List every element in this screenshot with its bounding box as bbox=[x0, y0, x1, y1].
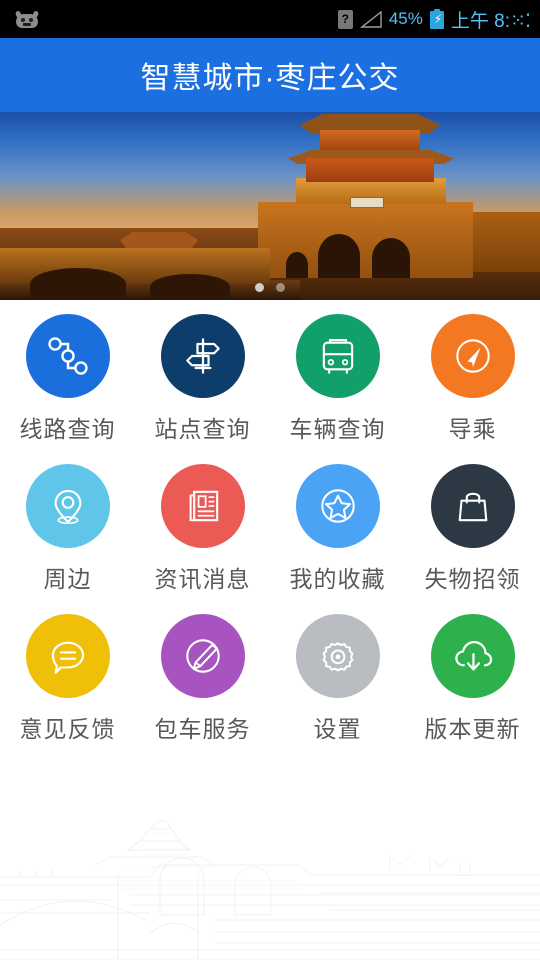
gear-icon bbox=[316, 634, 360, 678]
grid-item-route-query[interactable]: 线路查询 bbox=[0, 314, 135, 444]
carousel-dot[interactable] bbox=[255, 283, 264, 292]
grid-item-label: 导乘 bbox=[448, 416, 497, 442]
signal-triangle-icon bbox=[359, 10, 382, 28]
favorites-circle bbox=[295, 464, 380, 548]
station-query-circle bbox=[160, 314, 245, 398]
handbag-icon bbox=[450, 483, 496, 529]
cloud-download-icon bbox=[449, 632, 497, 680]
star-circle-icon bbox=[314, 482, 362, 530]
settings-circle bbox=[295, 614, 380, 698]
news-circle bbox=[160, 464, 245, 548]
grid-item-vehicle-query[interactable]: 车辆查询 bbox=[270, 314, 405, 444]
grid-item-label: 包车服务 bbox=[154, 716, 251, 742]
grid-item-favorites[interactable]: 我的收藏 bbox=[270, 464, 405, 594]
lost-and-found-circle bbox=[430, 464, 515, 548]
pencil-circle-icon bbox=[179, 632, 227, 680]
status-bar-clock: 上午 8:⁙⁚ bbox=[450, 6, 531, 33]
grid-item-station-query[interactable]: 站点查询 bbox=[135, 314, 270, 444]
guide-circle bbox=[430, 314, 515, 398]
background-watermark bbox=[0, 725, 540, 960]
carousel-dot[interactable] bbox=[276, 283, 285, 292]
grid-item-label: 线路查询 bbox=[19, 416, 116, 442]
grid-item-charter-service[interactable]: 包车服务 bbox=[135, 614, 270, 744]
navigation-arrow-icon bbox=[449, 332, 497, 380]
grid-item-label: 版本更新 bbox=[424, 716, 521, 742]
battery-charging-icon: ⚡ bbox=[429, 9, 444, 29]
app-screen: ? 45% ⚡ 上午 8:⁙⁚ 智慧城市·枣庄公交 线路查询 站点查询 车辆查询… bbox=[0, 0, 540, 960]
battery-percent-label: 45% bbox=[388, 9, 423, 28]
speech-bubble-icon bbox=[45, 633, 91, 679]
grid-item-label: 设置 bbox=[313, 716, 362, 742]
route-query-circle bbox=[25, 314, 110, 398]
carousel-indicator bbox=[0, 283, 540, 292]
nearby-circle bbox=[25, 464, 110, 548]
charter-service-circle bbox=[160, 614, 245, 698]
location-pin-icon bbox=[45, 483, 91, 529]
feature-grid: 线路查询 站点查询 车辆查询 导乘 周边 资讯消息 我的收藏 失物招领 意见反馈… bbox=[0, 304, 540, 744]
grid-item-label: 我的收藏 bbox=[289, 566, 386, 592]
banner-carousel[interactable] bbox=[0, 112, 540, 300]
grid-item-lost-and-found[interactable]: 失物招领 bbox=[405, 464, 540, 594]
grid-item-label: 资讯消息 bbox=[154, 566, 251, 592]
sim-card-icon: ? bbox=[337, 9, 353, 29]
bus-icon bbox=[315, 333, 361, 379]
page-title: 智慧城市·枣庄公交 bbox=[140, 62, 400, 95]
grid-item-label: 周边 bbox=[43, 566, 92, 592]
status-bar-right: ? 45% ⚡ 上午 8:⁙⁚ bbox=[337, 6, 531, 33]
grid-item-settings[interactable]: 设置 bbox=[270, 614, 405, 744]
status-bar: ? 45% ⚡ 上午 8:⁙⁚ bbox=[0, 0, 540, 38]
clock-time: 8: bbox=[494, 10, 511, 32]
grid-item-label: 车辆查询 bbox=[289, 416, 386, 442]
grid-item-news[interactable]: 资讯消息 bbox=[135, 464, 270, 594]
app-header: 智慧城市·枣庄公交 bbox=[0, 38, 540, 112]
status-bar-left bbox=[14, 9, 40, 28]
grid-item-guide[interactable]: 导乘 bbox=[405, 314, 540, 444]
clock-period: 上午 bbox=[450, 10, 489, 32]
grid-item-label: 站点查询 bbox=[154, 416, 251, 442]
banner-image bbox=[0, 112, 540, 300]
grid-item-label: 意见反馈 bbox=[19, 716, 116, 742]
grid-item-feedback[interactable]: 意见反馈 bbox=[0, 614, 135, 744]
android-robot-icon bbox=[14, 9, 40, 28]
route-nodes-icon bbox=[44, 332, 92, 380]
clock-digits: ⁙⁚ bbox=[510, 10, 531, 32]
grid-item-label: 失物招领 bbox=[424, 566, 521, 592]
grid-item-nearby[interactable]: 周边 bbox=[0, 464, 135, 594]
vehicle-query-circle bbox=[295, 314, 380, 398]
feedback-circle bbox=[25, 614, 110, 698]
grid-item-version-update[interactable]: 版本更新 bbox=[405, 614, 540, 744]
version-update-circle bbox=[430, 614, 515, 698]
signpost-icon bbox=[179, 332, 227, 380]
newspaper-icon bbox=[180, 483, 226, 529]
